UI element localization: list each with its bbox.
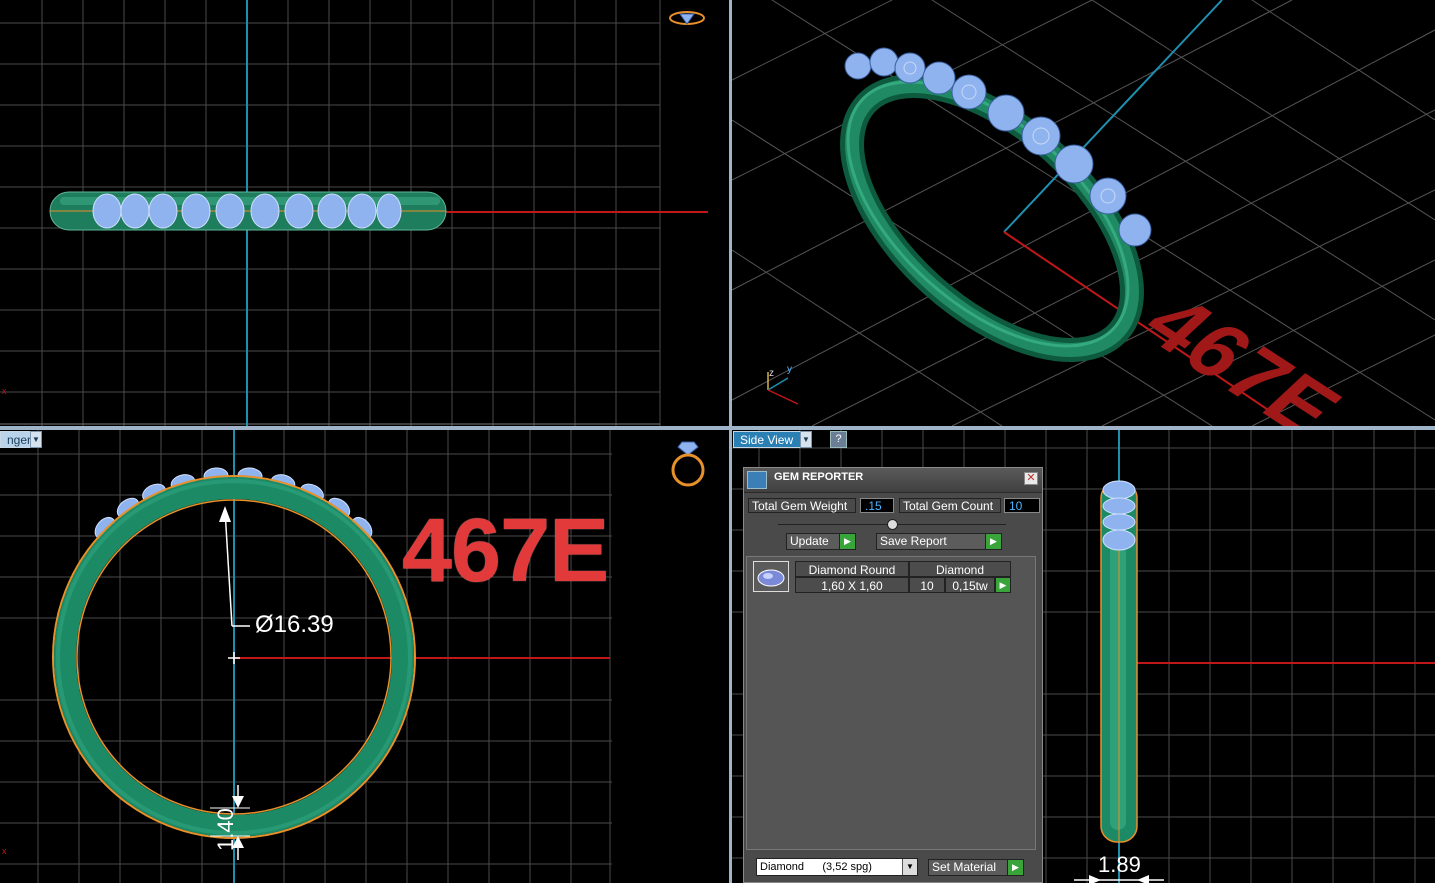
totals-row: Total Gem Weight .15 Total Gem Count 10 (748, 498, 1040, 515)
diameter-dimension: Ø16.39 (255, 611, 334, 638)
total-gem-weight-field[interactable]: .15 (860, 498, 894, 513)
viewport-perspective[interactable]: z y 467E (732, 0, 1435, 426)
svg-text:x: x (2, 846, 7, 856)
top-view-canvas: x (0, 430, 612, 883)
save-report-label: Save Report (880, 534, 947, 548)
gem-reporter-panel: GEM REPORTER ✕ Total Gem Weight .15 Tota… (743, 467, 1043, 883)
perspective-canvas: z y (732, 0, 1435, 426)
svg-text:x: x (2, 386, 7, 396)
play-icon: ▶ (1007, 860, 1023, 875)
viewport-top[interactable]: x Ø16.39 1.40 467E nger ▼ (0, 430, 729, 883)
set-material-label: Set Material (932, 860, 997, 874)
total-gem-weight-label: Total Gem Weight (748, 498, 856, 513)
diamond-icon[interactable] (668, 8, 706, 28)
gem-shape: Diamond Round (795, 561, 909, 577)
material-select[interactable]: Diamond (3,52 spg) ▼ (756, 858, 918, 876)
save-report-button[interactable]: Save Report ▶ (876, 533, 1002, 550)
splitter-handle-icon[interactable] (887, 519, 898, 530)
gem-reporter-logo-icon (747, 471, 767, 489)
gem-weight: 0,15tw (945, 577, 995, 593)
chevron-down-icon: ▼ (902, 859, 917, 875)
viewport-separator-horizontal[interactable] (0, 426, 1435, 430)
gem-reporter-titlebar[interactable]: GEM REPORTER ✕ (744, 468, 1042, 493)
svg-text:y: y (787, 364, 792, 375)
ring-icon[interactable] (668, 438, 708, 490)
gem-material: Diamond (909, 561, 1011, 577)
thickness-dimension: 1.40 (213, 808, 238, 851)
update-label: Update (790, 534, 829, 548)
gem-reporter-title: GEM REPORTER (774, 471, 864, 483)
total-gem-count-field[interactable]: 10 (1004, 498, 1040, 513)
set-material-button[interactable]: Set Material ▶ (928, 859, 1024, 876)
svg-text:z: z (769, 368, 774, 379)
play-icon: ▶ (839, 534, 855, 549)
viewport-label-top[interactable]: nger (0, 431, 31, 448)
engraving-stamp: 467E (402, 501, 609, 601)
viewport-separator-vertical[interactable] (729, 0, 732, 883)
gem-list[interactable]: Diamond Round Diamond 1,60 X 1,60 10 0,1… (746, 556, 1036, 850)
play-icon: ▶ (985, 534, 1001, 549)
help-cursor-icon[interactable]: ? (830, 431, 847, 448)
gem-size: 1,60 X 1,60 (795, 577, 909, 593)
gem-row-go-button[interactable]: ▶ (995, 577, 1011, 593)
material-select-value: Diamond (3,52 spg) (760, 861, 872, 873)
viewport-front[interactable]: x (0, 0, 729, 426)
width-dimension: 1.89 (1098, 852, 1141, 877)
close-icon[interactable]: ✕ (1024, 472, 1038, 485)
gem-row[interactable]: Diamond Round Diamond 1,60 X 1,60 10 0,1… (751, 560, 1016, 594)
front-gems: x (2, 193, 402, 396)
gem-count: 10 (909, 577, 945, 593)
gem-thumbnail-icon (753, 561, 789, 592)
viewport-dropdown-side[interactable]: ▼ (800, 431, 812, 448)
update-button[interactable]: Update ▶ (786, 533, 856, 550)
viewport-dropdown-top[interactable]: ▼ (30, 431, 42, 448)
total-gem-count-label: Total Gem Count (899, 498, 1001, 513)
viewport-label-side[interactable]: Side View (733, 431, 801, 448)
